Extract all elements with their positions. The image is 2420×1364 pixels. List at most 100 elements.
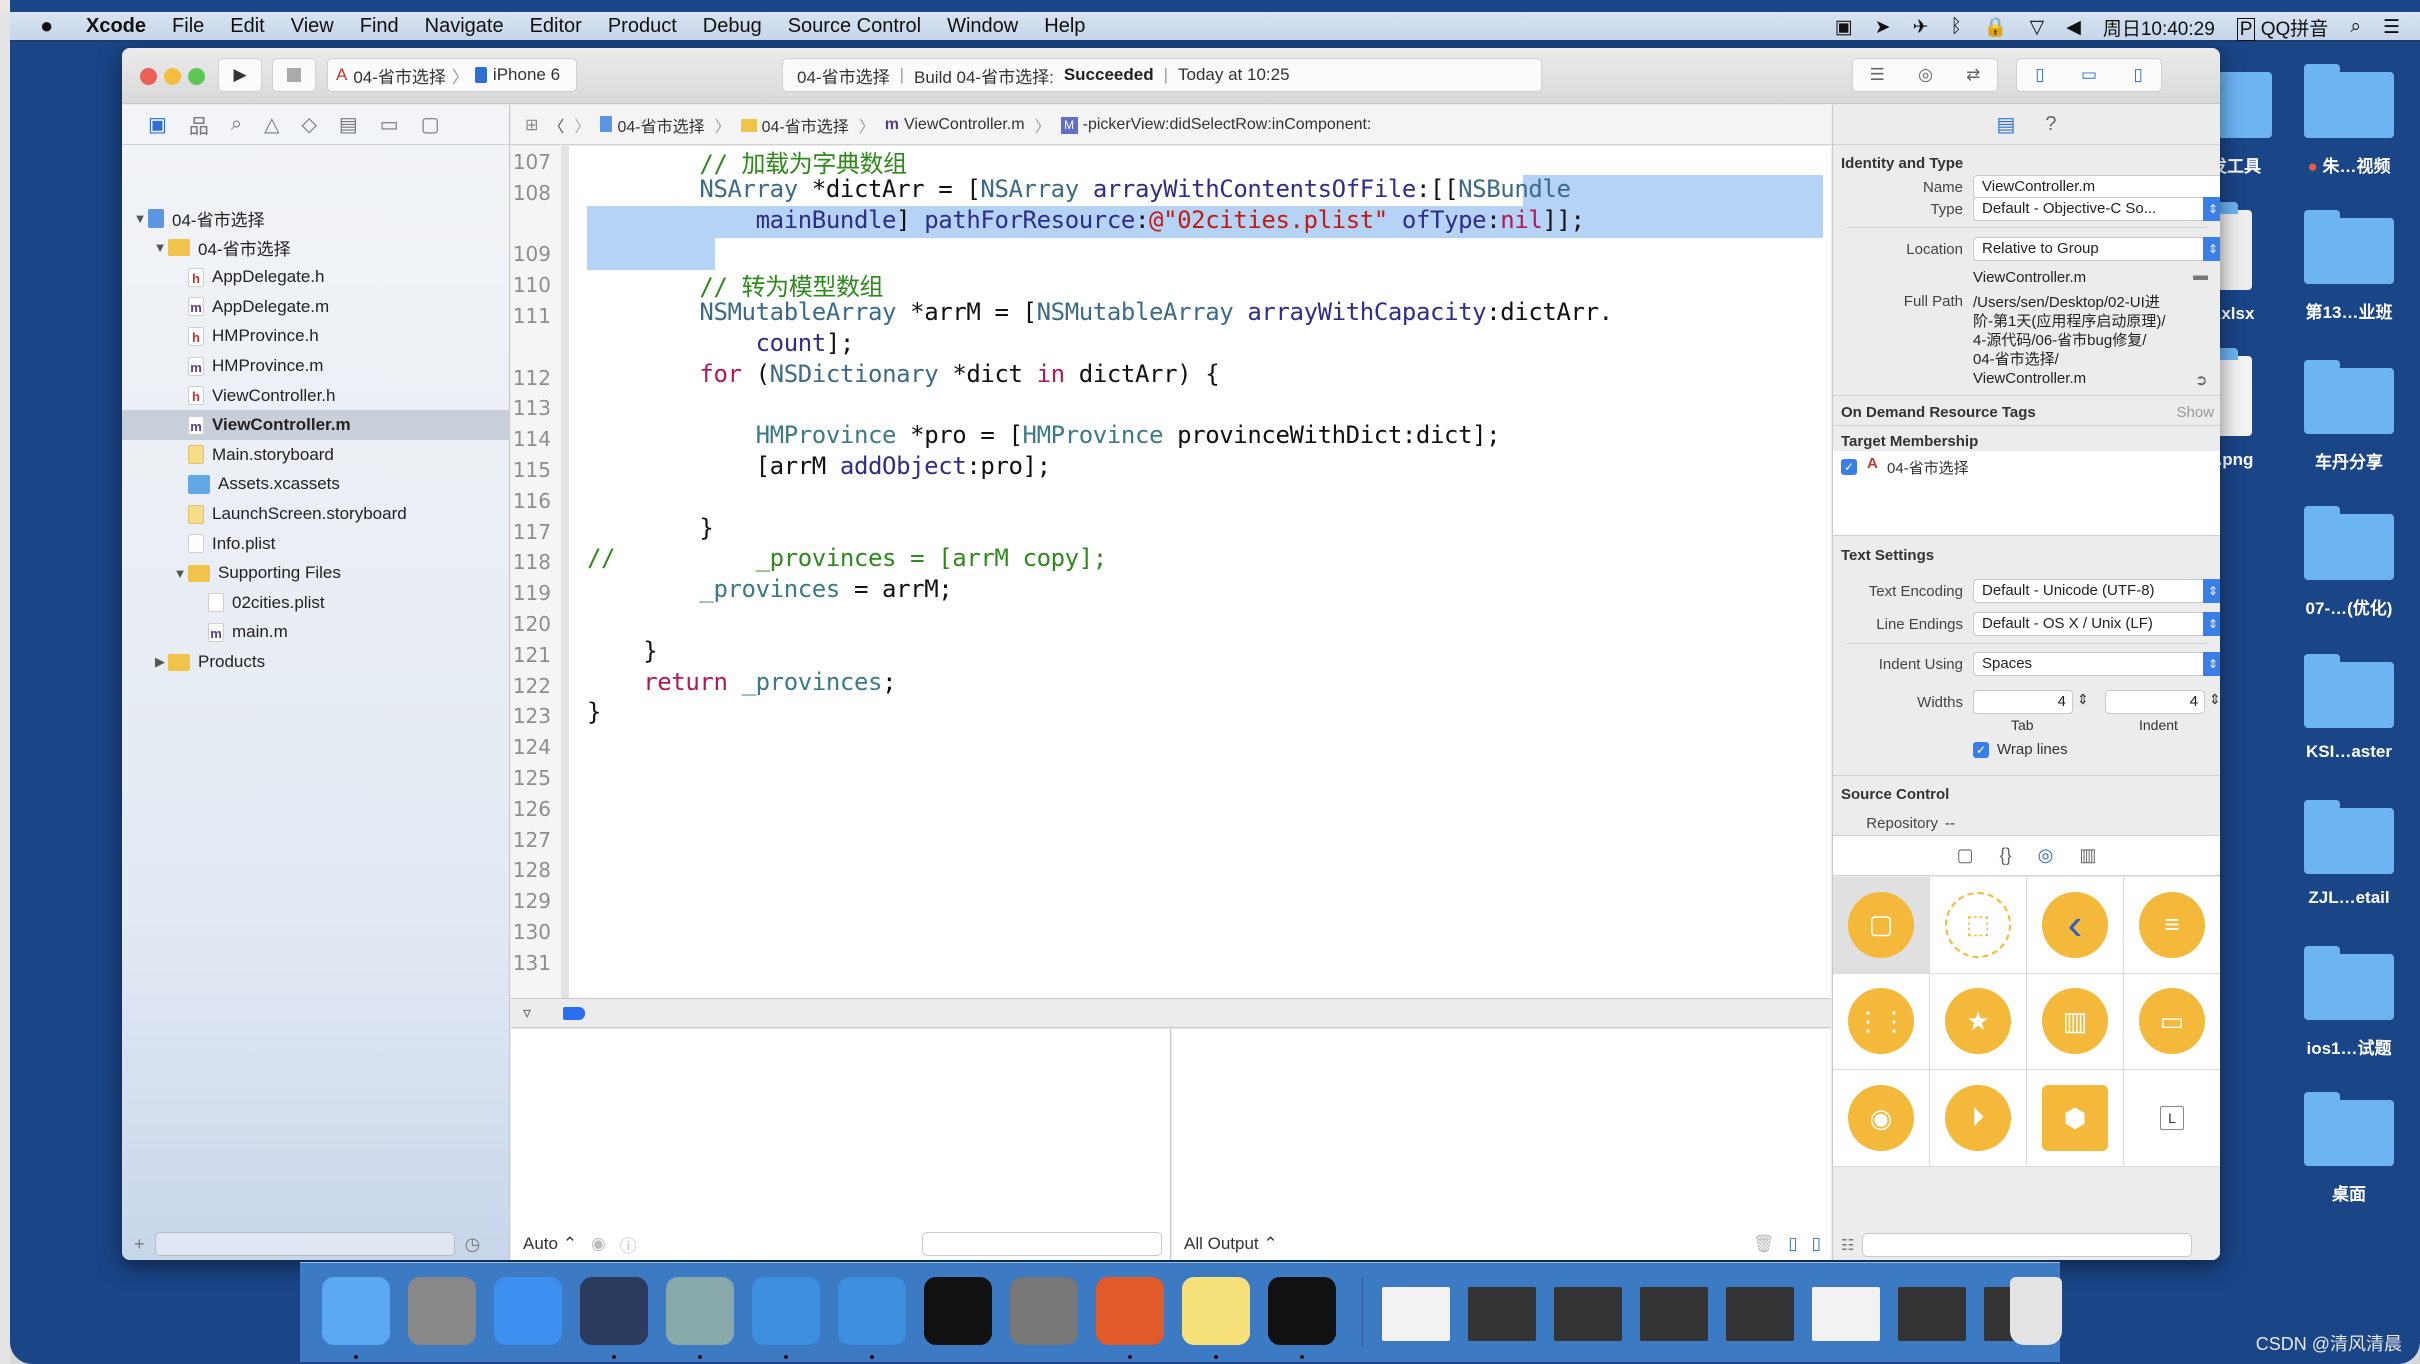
dock-minimized-window[interactable] — [1382, 1287, 1450, 1341]
tree-item[interactable]: h AppDelegate.h — [122, 262, 510, 292]
library-item-glkit-view-controller[interactable]: ◉ — [1833, 1070, 1930, 1167]
dock-minimized-window[interactable] — [1640, 1287, 1708, 1341]
tree-item[interactable]: ▶ Products — [122, 647, 510, 677]
tree-item[interactable]: ▼ 04-省市选择 — [122, 233, 510, 263]
target-checkbox[interactable]: ✓ — [1841, 459, 1857, 475]
dock-console-icon[interactable] — [1268, 1277, 1336, 1345]
variables-filter-input[interactable] — [922, 1232, 1162, 1256]
library-filter-input[interactable] — [1862, 1233, 2193, 1257]
console-view[interactable]: All Output ⌃ 🗑 ▯ ▯ — [1172, 1029, 1831, 1260]
dock-minimized-window[interactable] — [1898, 1287, 1966, 1341]
line-endings-select[interactable]: Default - OS X / Unix (LF) ⇕ — [1973, 612, 2220, 636]
tree-item[interactable]: LaunchScreen.storyboard — [122, 499, 510, 529]
lock-icon[interactable]: 🔒 — [1984, 15, 2008, 39]
library-item-object[interactable]: ⬢ — [2027, 1070, 2124, 1167]
spotlight-icon[interactable]: ⌕ — [2350, 16, 2361, 38]
navigator-filter-input[interactable] — [154, 1232, 455, 1256]
quick-look-icon[interactable]: ◉ — [591, 1234, 606, 1254]
location-icon[interactable]: ➤ — [1875, 16, 1891, 39]
menu-product[interactable]: Product — [608, 15, 677, 38]
trash-icon[interactable]: 🗑 — [1753, 1234, 1775, 1254]
standard-editor-icon[interactable]: ☰ — [1870, 65, 1885, 85]
library-item-tab-bar-controller[interactable]: ★ — [1930, 973, 2027, 1071]
menu-find[interactable]: Find — [360, 15, 399, 38]
quick-help-icon[interactable]: ? — [2045, 113, 2056, 136]
close-window-button[interactable] — [140, 68, 157, 85]
debug-navigator-icon[interactable]: ▤ — [339, 112, 358, 137]
object-library-icon[interactable]: ◎ — [2038, 845, 2054, 866]
run-button[interactable]: ▶ — [218, 58, 262, 92]
menu-help[interactable]: Help — [1044, 15, 1085, 38]
minimize-window-button[interactable] — [164, 68, 181, 85]
menu-window[interactable]: Window — [947, 15, 1018, 38]
location-select[interactable]: Relative to Group ⇕ — [1973, 237, 2220, 261]
tree-item[interactable]: ▼ Supporting Files — [122, 558, 510, 588]
indent-width-field[interactable]: 4 — [2105, 690, 2205, 714]
indent-width-stepper[interactable]: ⇕ — [2209, 691, 2220, 708]
tree-item[interactable]: m ViewController.m — [122, 410, 510, 441]
dock-terminal-icon[interactable] — [924, 1277, 992, 1345]
test-navigator-icon[interactable]: ◇ — [302, 112, 317, 137]
volume-icon[interactable]: ◀ — [2066, 16, 2081, 39]
dock-finder-icon[interactable] — [322, 1277, 390, 1345]
variables-scope-select[interactable]: Auto ⌃ — [523, 1234, 577, 1254]
breakpoints-toggle-icon[interactable] — [563, 1007, 585, 1020]
tree-item[interactable]: Info.plist — [122, 529, 510, 559]
code-snippet-library-icon[interactable]: {} — [2000, 845, 2012, 866]
related-items-icon[interactable]: ⊞ — [525, 115, 538, 135]
wrap-lines-checkbox[interactable]: ✓ — [1973, 742, 1989, 758]
project-navigator-icon[interactable]: ▣ — [148, 112, 167, 137]
clock[interactable]: 周日10:40:29 — [2103, 14, 2215, 41]
breakpoint-navigator-icon[interactable]: ▭ — [380, 112, 399, 137]
indent-using-select[interactable]: Spaces ⇕ — [1973, 652, 2220, 676]
zoom-window-button[interactable] — [188, 68, 205, 85]
breadcrumb-file[interactable]: m ViewController.m — [885, 116, 1025, 134]
library-item-table-view-controller[interactable]: ≡ — [2124, 877, 2220, 974]
desktop-item[interactable]: 桌面 — [2294, 1092, 2404, 1205]
recent-files-icon[interactable]: ◷ — [465, 1234, 481, 1255]
menu-source-control[interactable]: Source Control — [788, 15, 921, 38]
info-icon[interactable]: ⓘ — [620, 1232, 637, 1257]
library-item-page-view-controller[interactable]: ▭ — [2124, 974, 2220, 1071]
tree-item[interactable]: h ViewController.h — [122, 381, 510, 411]
file-inspector-icon[interactable]: ▤ — [1996, 112, 2015, 137]
text-encoding-select[interactable]: Default - Unicode (UTF-8) ⇕ — [1973, 579, 2220, 603]
breadcrumb-group[interactable]: 04-省市选择 — [740, 113, 849, 137]
menu-view[interactable]: View — [291, 15, 334, 38]
dock-notes-icon[interactable] — [1182, 1277, 1250, 1345]
list-view-icon[interactable]: ☷ — [1841, 1236, 1854, 1254]
toggle-debug-area-icon[interactable]: ▭ — [2081, 65, 2097, 85]
library-item-collection-view-controller[interactable]: ⋮⋮ — [1833, 973, 1930, 1071]
file-name-field[interactable]: ViewController.m — [1973, 175, 2220, 199]
tree-item[interactable]: m HMProvince.m — [122, 351, 510, 381]
desktop-item[interactable]: 07-…(优化) — [2294, 506, 2404, 619]
wifi-icon[interactable]: ▽ — [2030, 16, 2045, 39]
media-library-icon[interactable]: ▥ — [2079, 845, 2096, 866]
disclosure-open-icon[interactable]: ▼ — [132, 211, 148, 226]
toggle-navigator-icon[interactable]: ▯ — [2035, 65, 2044, 85]
tab-width-stepper[interactable]: ⇕ — [2077, 691, 2089, 708]
menu-editor[interactable]: Editor — [530, 15, 582, 38]
tree-item[interactable]: Main.storyboard — [122, 440, 510, 470]
library-item-av-player-view-controller[interactable]: ⏵ — [1930, 1070, 2027, 1167]
library-item-view-controller[interactable]: ▢ — [1833, 877, 1930, 974]
menu-navigate[interactable]: Navigate — [425, 15, 504, 38]
airplane-icon[interactable]: ✈ — [1913, 16, 1929, 39]
choose-folder-icon[interactable]: ▬ — [2193, 267, 2208, 284]
dock-powerpoint-icon[interactable] — [1096, 1277, 1164, 1345]
find-navigator-icon[interactable]: ⌕ — [231, 113, 242, 136]
file-template-library-icon[interactable]: ▢ — [1957, 845, 1974, 866]
source-editor[interactable]: 107 108 109 110 111 112 113 114 115 116 117 118 119 1… — [511, 146, 1831, 998]
hide-debug-area-icon[interactable]: ▿ — [523, 1003, 531, 1023]
dock-minimized-window[interactable] — [1726, 1287, 1794, 1341]
apple-menu-icon[interactable]: ● — [40, 13, 64, 39]
scheme-selector[interactable]: A 04-省市选择 〉 iPhone 6 — [327, 58, 577, 92]
dock-safari-icon[interactable] — [494, 1277, 562, 1345]
tree-item[interactable]: 02cities.plist — [122, 588, 510, 618]
dock-system-preferences-icon[interactable] — [1010, 1277, 1078, 1345]
menu-file[interactable]: File — [172, 15, 204, 38]
split-view-left-icon[interactable]: ▯ — [1788, 1234, 1797, 1254]
bluetooth-icon[interactable]: ᛒ — [1950, 16, 1961, 38]
library-item-navigation-controller[interactable]: ‹ — [2027, 877, 2124, 974]
library-item-storyboard-reference[interactable]: ⬚ — [1930, 877, 2027, 974]
